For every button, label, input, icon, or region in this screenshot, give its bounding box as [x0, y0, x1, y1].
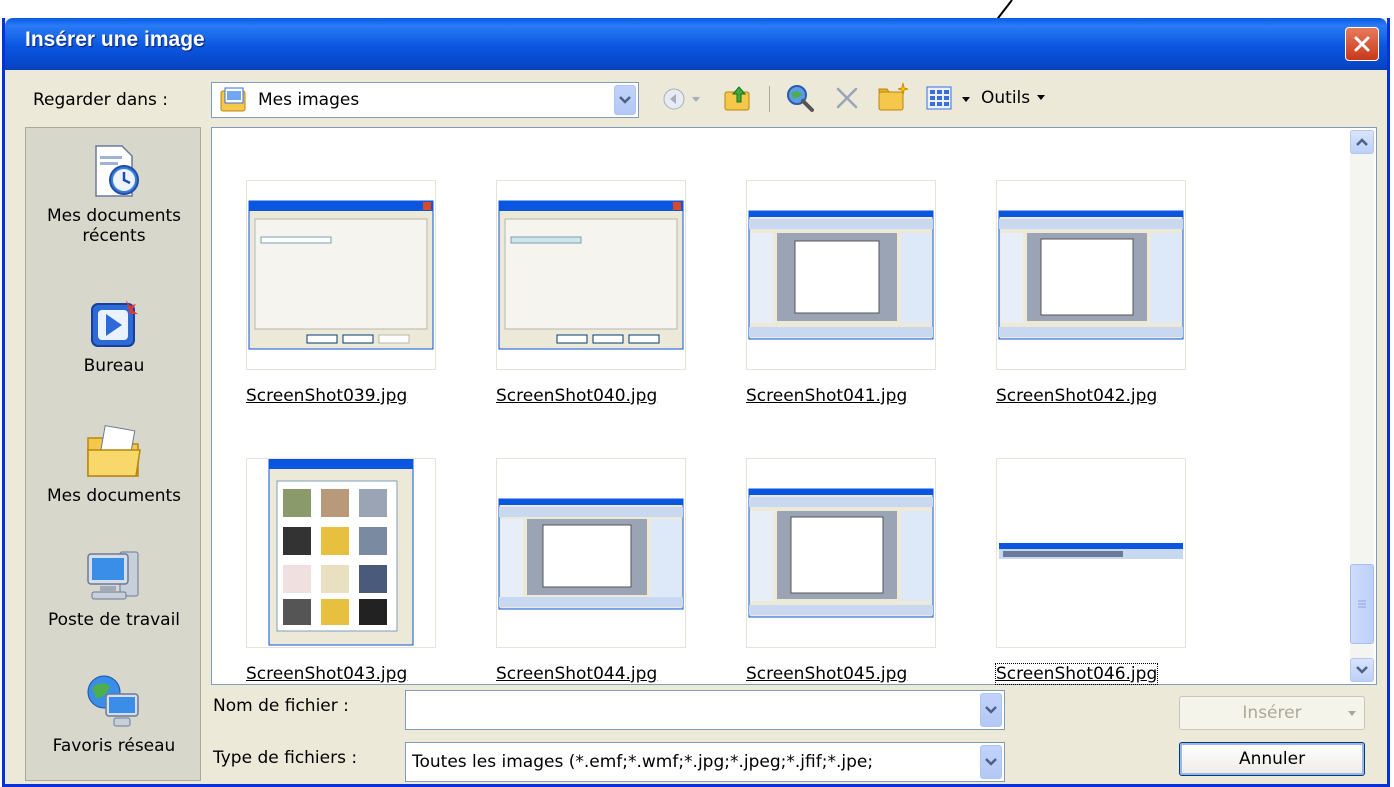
insert-button-label: Insérer — [1242, 703, 1302, 723]
look-in-dropdown-arrow[interactable] — [614, 85, 636, 115]
close-icon — [1354, 36, 1370, 52]
insert-button[interactable]: Insérer — [1179, 696, 1365, 730]
my-documents-icon — [87, 425, 141, 477]
insert-image-dialog: Insérer une image Regarder dans : Mes im… — [2, 18, 1390, 787]
network-places-icon — [87, 675, 139, 727]
toolbar-separator — [769, 86, 770, 112]
vertical-scrollbar[interactable] — [1350, 130, 1374, 682]
tools-label: Outils — [981, 88, 1031, 108]
scroll-thumb[interactable] — [1350, 564, 1374, 644]
new-folder-button[interactable] — [875, 80, 911, 114]
file-name-selected[interactable]: ScreenShot046.jpg — [994, 663, 1159, 685]
place-label: Favoris réseau — [52, 736, 176, 756]
folder-images-icon — [220, 87, 246, 112]
place-my-documents[interactable]: Mes documents — [26, 424, 202, 506]
file-name[interactable]: ScreenShot045.jpg — [746, 664, 956, 684]
insert-dropdown-icon — [1348, 711, 1356, 716]
powerpoint-screenshot-preview — [748, 210, 934, 340]
place-recent-documents[interactable]: Mes documents récents — [26, 142, 202, 246]
filename-dropdown-arrow[interactable] — [980, 693, 1002, 727]
file-name[interactable]: ScreenShot042.jpg — [996, 386, 1206, 406]
place-my-computer[interactable]: Poste de travail — [26, 546, 202, 630]
tools-dropdown-icon — [1037, 95, 1046, 100]
dialog-screenshot-preview — [248, 200, 434, 350]
file-thumbnail[interactable] — [996, 180, 1186, 370]
scroll-up-button[interactable] — [1350, 130, 1374, 154]
chevron-down-icon — [619, 96, 631, 104]
chevron-up-icon — [1356, 138, 1368, 146]
filetype-dropdown[interactable]: Toutes les images (*.emf;*.wmf;*.jpg;*.j… — [405, 742, 1005, 782]
search-web-icon — [787, 85, 814, 112]
powerpoint-screenshot-preview — [498, 498, 684, 610]
file-thumbnail[interactable] — [246, 458, 436, 648]
file-thumbnail[interactable] — [246, 180, 436, 370]
filetype-label: Type de fichiers : — [213, 748, 358, 768]
place-label: Poste de travail — [47, 610, 181, 630]
powerpoint-screenshot-preview — [998, 210, 1184, 340]
look-in-value: Mes images — [258, 90, 360, 110]
search-web-button[interactable] — [783, 82, 817, 114]
views-dropdown-icon[interactable] — [961, 96, 971, 104]
toolbar-screenshot-preview — [999, 543, 1183, 559]
dialog-title: Insérer une image — [25, 28, 205, 51]
look-in-dropdown[interactable]: Mes images — [211, 82, 639, 118]
file-thumbnail[interactable] — [496, 458, 686, 648]
delete-button[interactable] — [831, 82, 863, 114]
back-dropdown-icon[interactable] — [691, 96, 701, 104]
image-picker-screenshot-preview — [268, 458, 414, 646]
grip-icon — [1358, 600, 1366, 608]
my-computer-icon — [87, 551, 139, 600]
back-arrow-icon — [663, 88, 685, 110]
new-folder-icon — [878, 82, 909, 111]
place-network[interactable]: Favoris réseau — [26, 672, 202, 756]
cancel-button-label: Annuler — [1238, 749, 1306, 769]
file-thumbnail[interactable] — [996, 458, 1186, 648]
filename-input[interactable] — [405, 690, 1005, 730]
places-bar: Mes documents récents Bureau Mes documen… — [25, 127, 201, 781]
filetype-dropdown-arrow[interactable] — [980, 745, 1002, 779]
dialog-screenshot-preview — [498, 200, 684, 350]
delete-icon — [836, 87, 858, 109]
up-folder-button[interactable] — [721, 82, 755, 114]
file-thumbnail[interactable] — [496, 180, 686, 370]
file-thumbnail[interactable] — [746, 458, 936, 648]
chevron-down-icon — [985, 758, 997, 766]
cancel-button[interactable]: Annuler — [1179, 742, 1365, 776]
place-label: Bureau — [83, 356, 145, 376]
look-in-label: Regarder dans : — [33, 90, 169, 110]
desktop-icon — [91, 300, 138, 347]
file-name[interactable]: ScreenShot040.jpg — [496, 386, 706, 406]
powerpoint-screenshot-preview — [748, 488, 934, 618]
file-name[interactable]: ScreenShot044.jpg — [496, 664, 706, 684]
filename-label: Nom de fichier : — [213, 696, 349, 716]
file-thumbnail[interactable] — [746, 180, 936, 370]
filetype-value: Toutes les images (*.emf;*.wmf;*.jpg;*.j… — [412, 752, 874, 772]
chevron-down-icon — [1356, 666, 1368, 674]
recent-documents-icon — [95, 145, 139, 197]
views-button[interactable] — [923, 82, 955, 114]
place-desktop[interactable]: Bureau — [26, 298, 202, 376]
place-label: Mes documents récents — [46, 206, 182, 246]
file-name[interactable]: ScreenShot041.jpg — [746, 386, 956, 406]
file-name[interactable]: ScreenShot039.jpg — [246, 386, 456, 406]
place-label: Mes documents — [46, 486, 182, 506]
views-grid-icon — [926, 86, 952, 110]
chevron-down-icon — [985, 706, 997, 714]
file-name[interactable]: ScreenShot043.jpg — [246, 664, 456, 684]
up-folder-icon — [724, 86, 750, 111]
file-list-view: ScreenShot039.jpg ScreenShot040.jpg Scre… — [211, 127, 1377, 685]
tools-menu[interactable]: Outils — [981, 88, 1046, 108]
back-button[interactable] — [659, 84, 689, 114]
scroll-down-button[interactable] — [1350, 658, 1374, 682]
title-bar: Insérer une image — [5, 18, 1387, 70]
close-button[interactable] — [1345, 27, 1379, 61]
